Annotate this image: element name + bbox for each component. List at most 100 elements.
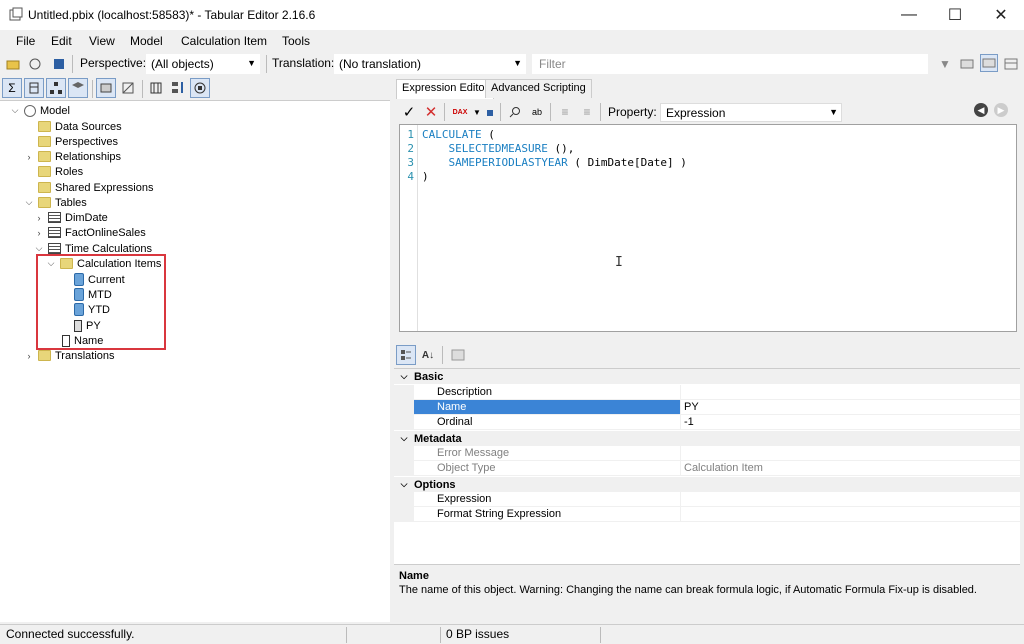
description-pane: Name The name of this object. Warning: C… (394, 564, 1020, 622)
show-all-button[interactable] (118, 78, 138, 98)
back-icon[interactable]: ◀ (974, 103, 988, 117)
app-icon (8, 7, 24, 23)
tree-item-translations[interactable]: › Translations (24, 348, 115, 363)
deploy-icon[interactable] (26, 55, 44, 73)
show-metadata-button[interactable] (190, 78, 210, 98)
translation-select[interactable]: (No translation) ▼ (334, 54, 526, 74)
tree-item-dimdate[interactable]: › DimDate (34, 210, 108, 225)
property-row-description[interactable]: Description (394, 385, 1020, 400)
filter-input[interactable]: Filter (532, 54, 928, 74)
property-select[interactable]: Expression ▼ (660, 103, 842, 122)
chevron-down-icon[interactable]: ⌵ (394, 479, 414, 490)
line-number: 1 (407, 128, 414, 141)
show-measures-button[interactable]: Σ (2, 78, 22, 98)
save-icon[interactable] (50, 55, 68, 73)
view-list-icon[interactable] (958, 55, 976, 73)
property-row-error-message[interactable]: Error Message (394, 446, 1020, 461)
insert-icon[interactable] (480, 103, 498, 121)
property-pages-icon[interactable] (448, 345, 468, 365)
tree-item-model[interactable]: ⌵ Model (10, 103, 70, 118)
tree-item-shared-expressions[interactable]: Shared Expressions (38, 180, 153, 195)
tree-item-roles[interactable]: Roles (38, 164, 83, 179)
chevron-right-icon[interactable]: › (24, 351, 34, 361)
folder-icon (38, 197, 51, 208)
menu-model[interactable]: Model (130, 34, 163, 48)
tab-advanced-scripting[interactable]: Advanced Scripting (485, 79, 592, 98)
tree-label: DimDate (65, 211, 108, 224)
sort-alphabetical-icon[interactable]: A↓ (418, 345, 438, 365)
category-basic[interactable]: ⌵ Basic (394, 369, 1020, 384)
replace-icon[interactable]: ab (528, 103, 546, 121)
cancel-icon[interactable]: ✕ (422, 103, 440, 121)
expression-editor[interactable]: 1 2 3 4 CALCULATE ( SELECTEDMEASURE (), … (399, 124, 1017, 332)
open-icon[interactable] (4, 55, 22, 73)
tree-label: Time Calculations (65, 242, 153, 255)
property-row-name[interactable]: Name PY (394, 400, 1020, 415)
bp-issues-status[interactable]: 0 BP issues (446, 627, 509, 641)
show-hidden-button[interactable] (96, 78, 116, 98)
view-details-icon[interactable] (980, 54, 998, 72)
chevron-down-icon: ▼ (247, 58, 256, 68)
chevron-right-icon[interactable]: › (24, 152, 34, 162)
dax-format-icon[interactable]: DAX (450, 103, 470, 121)
tab-expression-editor[interactable]: Expression Editor (396, 79, 495, 99)
property-row-format-string-expression[interactable]: Format String Expression (394, 507, 1020, 522)
forward-icon[interactable]: ▶ (994, 103, 1008, 117)
code-line: SAMEPERIODLASTYEAR ( DimDate[Date] ) (422, 156, 687, 169)
comment-icon[interactable]: ≡ (556, 103, 574, 121)
menu-view[interactable]: View (89, 34, 115, 48)
translation-value: (No translation) (339, 57, 422, 71)
close-button[interactable]: ✕ (978, 0, 1024, 30)
display-folders-button[interactable] (146, 78, 166, 98)
property-value[interactable] (680, 507, 1000, 521)
sort-button[interactable] (168, 78, 188, 98)
chevron-down-icon[interactable]: ⌵ (10, 105, 20, 116)
code-line: SELECTEDMEASURE (), (422, 142, 575, 155)
category-options[interactable]: ⌵ Options (394, 477, 1020, 492)
category-metadata[interactable]: ⌵ Metadata (394, 431, 1020, 446)
tree-item-perspectives[interactable]: Perspectives (38, 134, 118, 149)
line-number: 4 (407, 170, 414, 183)
folder-icon (38, 151, 51, 162)
tree-item-tables[interactable]: ⌵ Tables (24, 195, 87, 210)
menu-file[interactable]: File (16, 34, 35, 48)
property-row-expression[interactable]: Expression (394, 492, 1020, 507)
tree-label: Relationships (55, 150, 122, 163)
maximize-button[interactable]: ☐ (932, 0, 978, 30)
perspective-select[interactable]: (All objects) ▼ (146, 54, 260, 74)
filter-icon[interactable]: ▼ (936, 55, 954, 73)
menu-edit[interactable]: Edit (51, 34, 72, 48)
uncomment-icon[interactable]: ≡ (578, 103, 596, 121)
show-partitions-button[interactable] (68, 78, 88, 98)
chevron-down-icon[interactable]: ⌵ (34, 243, 44, 254)
property-value[interactable]: PY (680, 400, 1000, 414)
chevron-right-icon[interactable]: › (34, 213, 44, 223)
description-text: The name of this object. Warning: Changi… (399, 584, 977, 596)
chevron-down-icon[interactable]: ⌵ (394, 371, 414, 382)
minimize-button[interactable]: — (886, 0, 932, 30)
line-number: 3 (407, 156, 414, 169)
text-cursor-icon: I (615, 255, 623, 270)
chevron-right-icon[interactable]: › (34, 228, 44, 238)
show-hierarchies-button[interactable] (46, 78, 66, 98)
menu-tools[interactable]: Tools (282, 34, 310, 48)
menu-calculation-item[interactable]: Calculation Item (181, 34, 267, 48)
tree-item-data-sources[interactable]: Data Sources (38, 119, 122, 134)
tree-label: Shared Expressions (55, 181, 154, 194)
property-value[interactable]: -1 (680, 415, 1000, 429)
property-row-ordinal[interactable]: Ordinal -1 (394, 415, 1020, 430)
categorized-icon[interactable] (396, 345, 416, 365)
chevron-down-icon[interactable]: ⌵ (24, 197, 34, 208)
view-grid-icon[interactable] (1002, 55, 1020, 73)
tree-item-factonlinesales[interactable]: › FactOnlineSales (34, 225, 146, 240)
accept-icon[interactable]: ✓ (400, 103, 418, 121)
chevron-down-icon[interactable]: ⌵ (394, 433, 414, 444)
search-icon[interactable] (506, 103, 524, 121)
property-row-object-type[interactable]: Object Type Calculation Item (394, 461, 1020, 476)
property-value[interactable] (680, 385, 1000, 399)
show-columns-button[interactable] (24, 78, 44, 98)
property-value[interactable] (680, 492, 1000, 506)
category-label: Options (414, 478, 456, 491)
property-grid-toolbar: A↓ (394, 344, 1020, 366)
tree-item-relationships[interactable]: › Relationships (24, 149, 122, 164)
